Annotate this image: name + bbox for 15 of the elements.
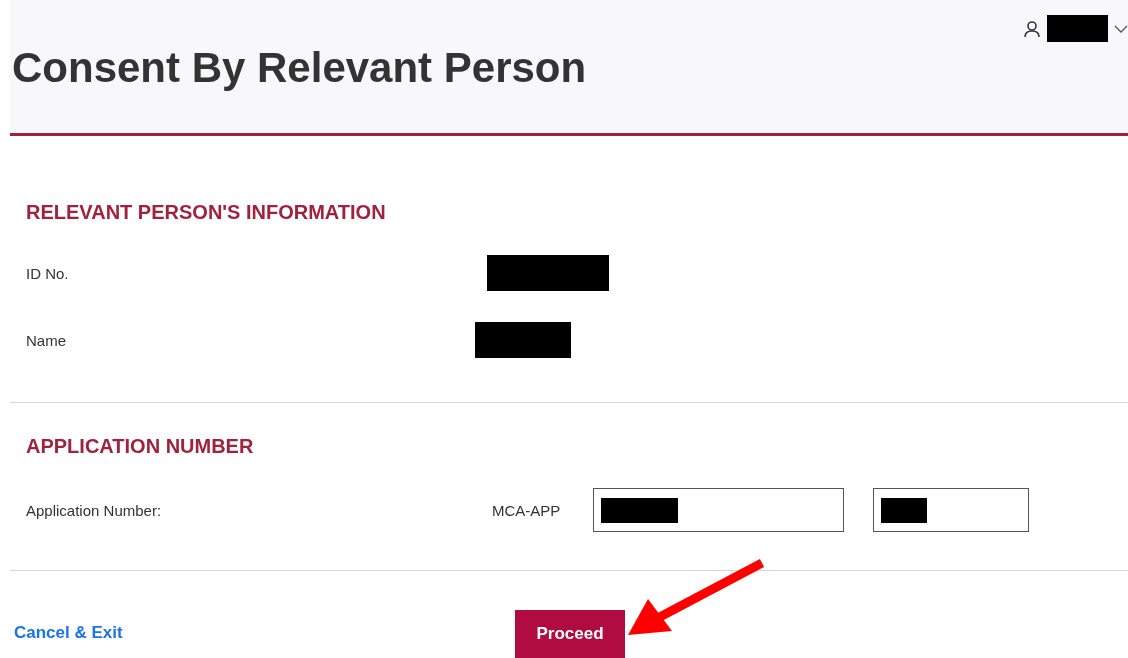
cancel-link[interactable]: Cancel & Exit <box>14 623 123 643</box>
section-heading: APPLICATION NUMBER <box>26 434 255 458</box>
number-prefix: MCA-APP <box>492 501 562 519</box>
field-label: Name <box>26 331 67 349</box>
redaction-block <box>881 497 927 523</box>
page-title: Consent By Relevant Person <box>11 43 587 92</box>
chevron-icon[interactable] <box>1114 24 1128 33</box>
input-field[interactable] <box>873 488 1029 532</box>
field-label: Application Number: <box>26 501 163 519</box>
section-heading: RELEVANT PERSON'S INFORMATION <box>26 200 387 224</box>
user-icon[interactable] <box>1023 19 1041 38</box>
proceed-button[interactable]: Proceed <box>515 610 625 658</box>
input-field[interactable] <box>593 488 844 532</box>
field-label: ID No. <box>26 264 70 282</box>
redaction-block <box>1047 15 1108 42</box>
